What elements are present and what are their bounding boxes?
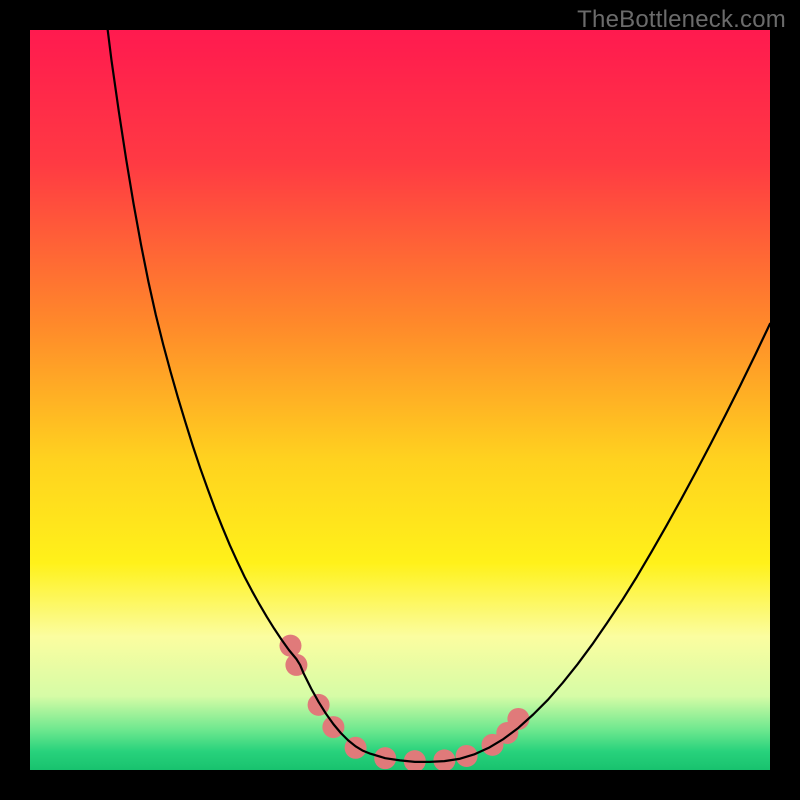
chart-frame: TheBottleneck.com bbox=[0, 0, 800, 800]
plot-area bbox=[30, 30, 770, 770]
watermark-text: TheBottleneck.com bbox=[577, 6, 786, 34]
gradient-background bbox=[30, 30, 770, 770]
chart-svg bbox=[30, 30, 770, 770]
